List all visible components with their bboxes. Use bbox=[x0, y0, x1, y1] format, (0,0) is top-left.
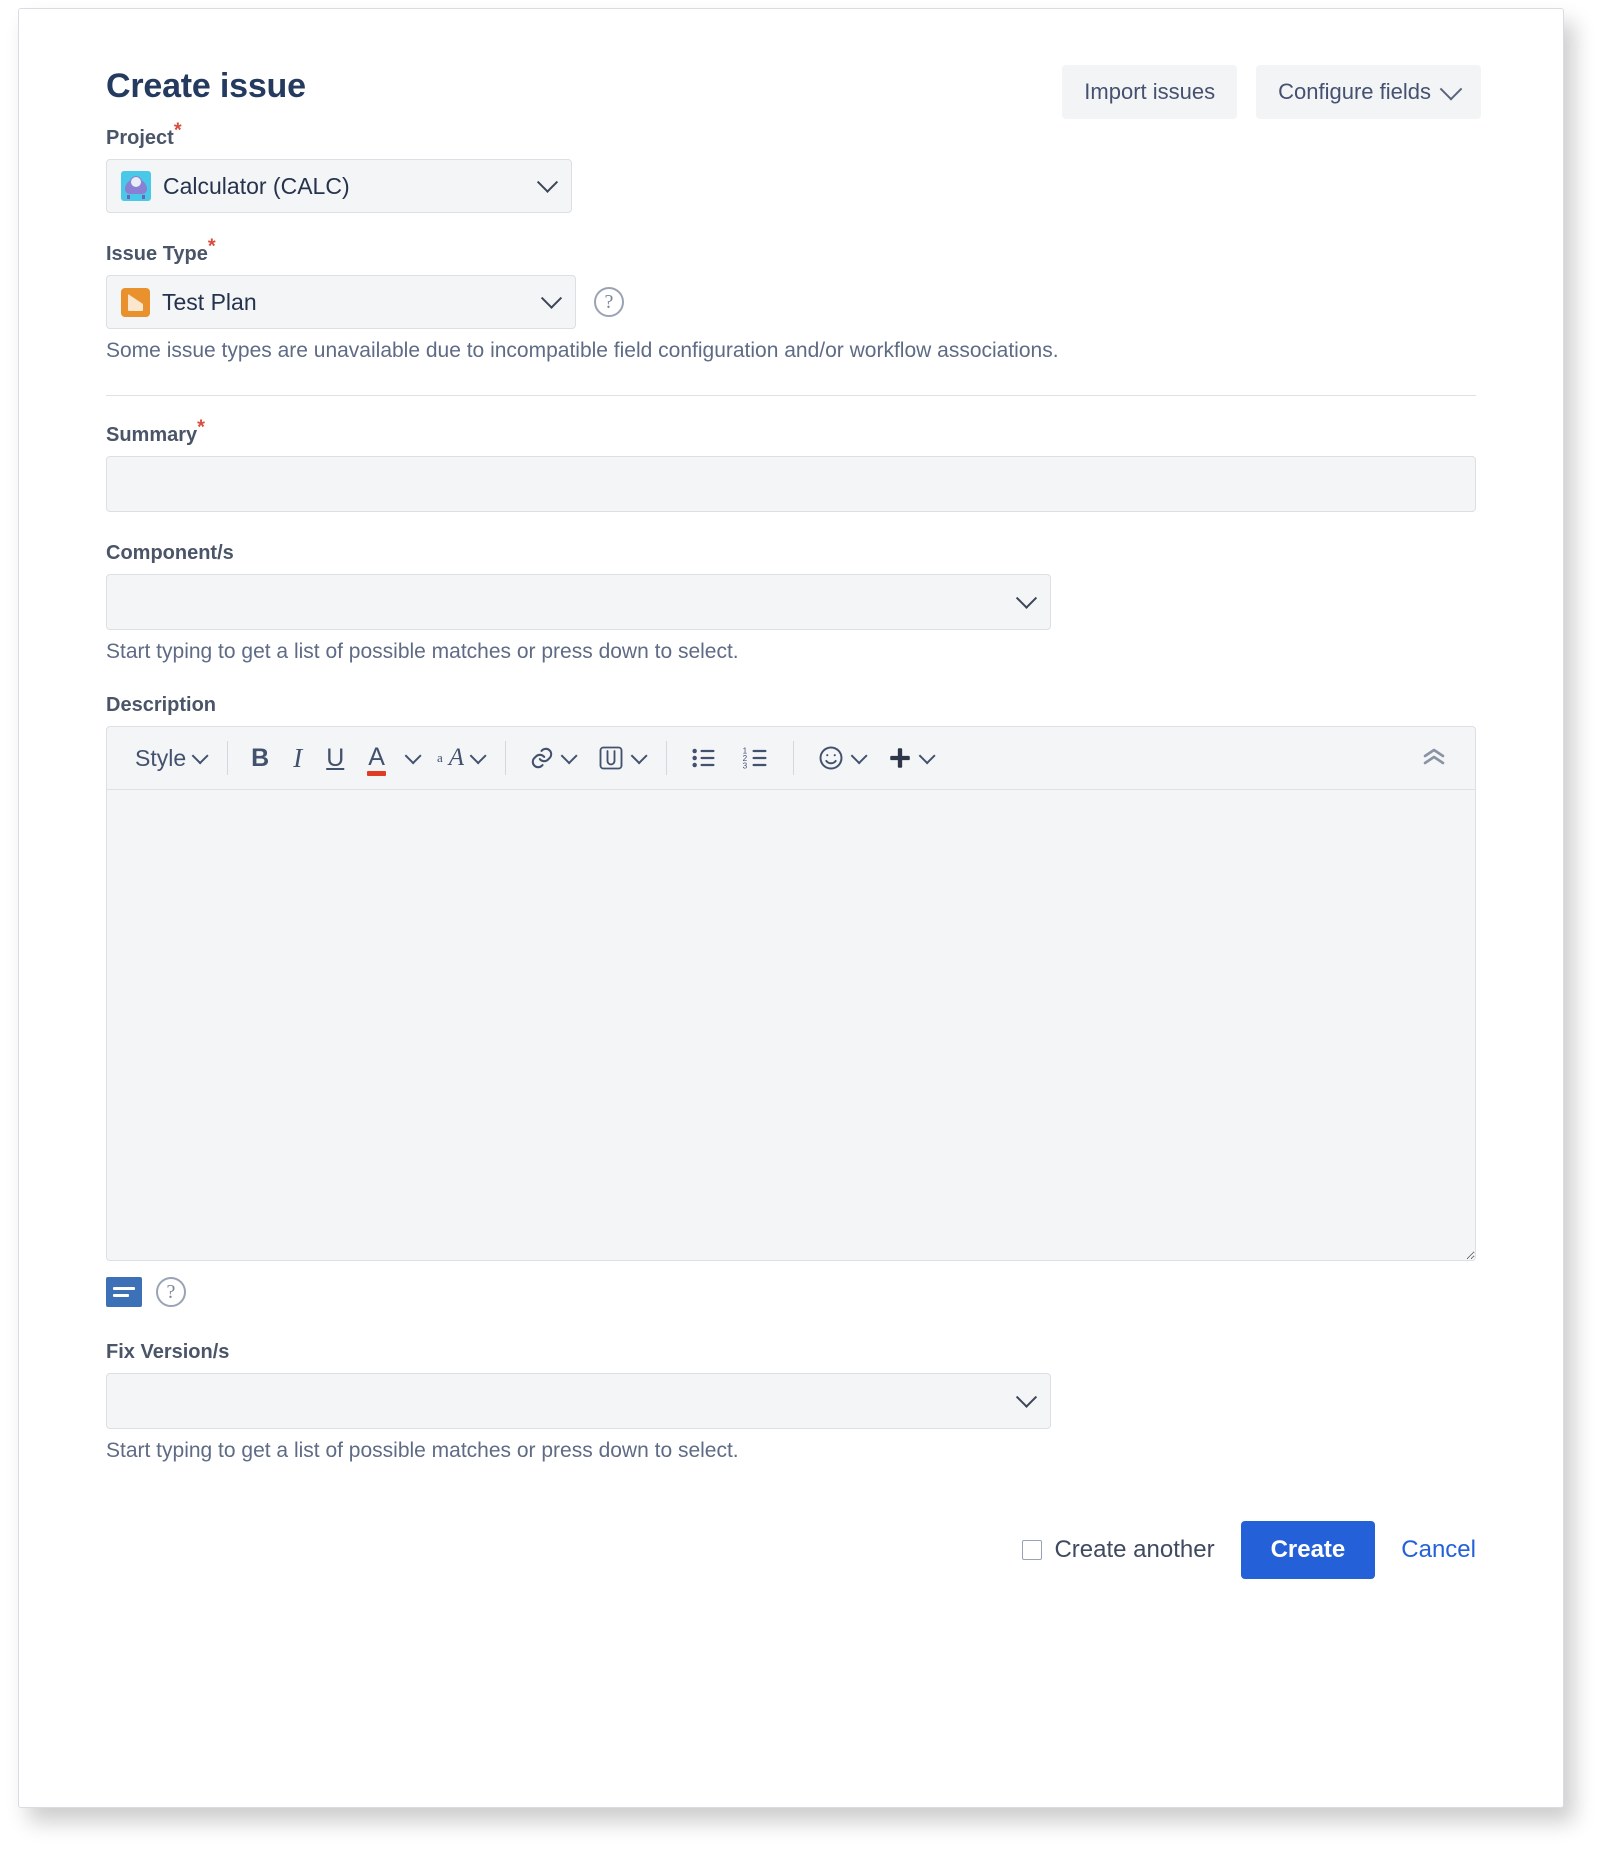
create-issue-dialog: Create issue Import issues Configure fie… bbox=[18, 8, 1564, 1808]
svg-text:3: 3 bbox=[743, 762, 748, 771]
create-another-checkbox[interactable] bbox=[1022, 1540, 1042, 1560]
project-field: Project* Calculator (CALC) bbox=[106, 127, 1476, 213]
style-dropdown[interactable]: Style bbox=[123, 735, 216, 781]
dialog-header: Create issue Import issues Configure fie… bbox=[81, 9, 1501, 127]
import-issues-label: Import issues bbox=[1084, 79, 1215, 105]
toolbar-separator bbox=[227, 741, 228, 775]
bullet-list-button[interactable] bbox=[678, 735, 730, 781]
required-marker: * bbox=[208, 235, 216, 257]
chevron-down-icon bbox=[919, 747, 936, 764]
collapse-toolbar-icon[interactable] bbox=[1419, 745, 1449, 771]
numbered-list-button[interactable]: 1 2 3 bbox=[730, 735, 782, 781]
description-field: Description Style B I U bbox=[106, 694, 1476, 1307]
project-avatar-icon bbox=[121, 171, 151, 201]
dialog-footer: Create another Create Cancel bbox=[106, 1521, 1476, 1619]
fix-versions-helper-text: Start typing to get a list of possible m… bbox=[106, 1439, 1476, 1463]
attachment-button[interactable] bbox=[585, 735, 655, 781]
color-swatch-red bbox=[367, 771, 386, 776]
editor-footer-controls: ? bbox=[106, 1277, 1476, 1307]
project-label: Project* bbox=[106, 127, 182, 150]
fix-versions-field: Fix Version/s Start typing to get a list… bbox=[106, 1341, 1476, 1463]
components-helper-text: Start typing to get a list of possible m… bbox=[106, 640, 1476, 664]
toolbar-separator bbox=[793, 741, 794, 775]
chevron-down-icon bbox=[537, 172, 558, 193]
summary-input[interactable] bbox=[106, 456, 1476, 512]
italic-button[interactable]: I bbox=[281, 735, 314, 781]
chevron-down-icon bbox=[561, 747, 578, 764]
description-help-icon[interactable]: ? bbox=[156, 1277, 186, 1307]
issue-type-select[interactable]: Test Plan bbox=[106, 275, 576, 329]
chevron-down-icon bbox=[470, 747, 487, 764]
header-actions: Import issues Configure fields bbox=[1062, 65, 1481, 119]
fix-versions-label: Fix Version/s bbox=[106, 1341, 229, 1364]
required-marker: * bbox=[174, 119, 182, 141]
issue-type-helper-text: Some issue types are unavailable due to … bbox=[106, 339, 1476, 363]
editor-toolbar: Style B I U A bbox=[107, 727, 1475, 790]
style-label: Style bbox=[135, 745, 186, 772]
text-mode-toggle-icon[interactable] bbox=[106, 1277, 142, 1307]
issue-type-label: Issue Type* bbox=[106, 243, 216, 266]
configure-fields-button[interactable]: Configure fields bbox=[1256, 65, 1481, 119]
text-effects-button[interactable]: aA bbox=[425, 735, 494, 781]
fix-versions-select[interactable] bbox=[106, 1373, 1051, 1429]
insert-more-button[interactable] bbox=[875, 735, 943, 781]
chevron-down-icon bbox=[851, 747, 868, 764]
create-another-label: Create another bbox=[1054, 1536, 1214, 1564]
chevron-down-icon bbox=[541, 288, 562, 309]
link-button[interactable] bbox=[517, 735, 585, 781]
underline-button[interactable]: U bbox=[314, 735, 356, 781]
issue-type-row: Test Plan ? bbox=[106, 275, 1476, 329]
project-selected-value: Calculator (CALC) bbox=[163, 173, 350, 200]
components-field: Component/s Start typing to get a list o… bbox=[106, 542, 1476, 664]
create-issue-form: Project* Calculator (CALC) Issue Type* bbox=[81, 127, 1501, 1619]
chevron-down-icon bbox=[1440, 78, 1463, 101]
text-color-label: A bbox=[368, 743, 385, 772]
description-label: Description bbox=[106, 694, 216, 717]
toolbar-separator bbox=[666, 741, 667, 775]
import-issues-button[interactable]: Import issues bbox=[1062, 65, 1237, 119]
summary-label: Summary* bbox=[106, 424, 205, 447]
screenshot-canvas: Create issue Import issues Configure fie… bbox=[0, 0, 1600, 1861]
components-label: Component/s bbox=[106, 542, 234, 565]
description-textarea[interactable] bbox=[107, 790, 1475, 1260]
create-another-checkbox-wrap[interactable]: Create another bbox=[1022, 1536, 1214, 1564]
text-color-button[interactable]: A bbox=[356, 734, 397, 782]
toolbar-separator bbox=[505, 741, 506, 775]
section-divider bbox=[106, 395, 1476, 396]
components-select[interactable] bbox=[106, 574, 1051, 630]
text-color-dropdown[interactable] bbox=[397, 735, 425, 781]
page-title: Create issue bbox=[106, 67, 306, 106]
chevron-down-icon bbox=[192, 747, 209, 764]
test-plan-icon bbox=[121, 288, 150, 317]
issue-type-help-icon[interactable]: ? bbox=[594, 287, 624, 317]
text-effects-sup: a bbox=[437, 750, 443, 766]
description-editor: Style B I U A bbox=[106, 726, 1476, 1261]
create-button[interactable]: Create bbox=[1241, 1521, 1376, 1579]
configure-fields-label: Configure fields bbox=[1278, 79, 1431, 105]
chevron-down-icon bbox=[1016, 588, 1037, 609]
issue-type-selected-value: Test Plan bbox=[162, 289, 257, 316]
emoji-button[interactable] bbox=[805, 735, 875, 781]
chevron-down-icon bbox=[1016, 1387, 1037, 1408]
chevron-down-icon bbox=[405, 747, 422, 764]
project-select[interactable]: Calculator (CALC) bbox=[106, 159, 572, 213]
chevron-down-icon bbox=[631, 747, 648, 764]
text-effects-label: A bbox=[449, 744, 464, 772]
issue-type-field: Issue Type* Test Plan ? Some issue types… bbox=[106, 243, 1476, 363]
required-marker: * bbox=[197, 416, 205, 438]
cancel-link[interactable]: Cancel bbox=[1401, 1536, 1476, 1564]
bold-button[interactable]: B bbox=[239, 735, 281, 781]
summary-field: Summary* bbox=[106, 424, 1476, 512]
